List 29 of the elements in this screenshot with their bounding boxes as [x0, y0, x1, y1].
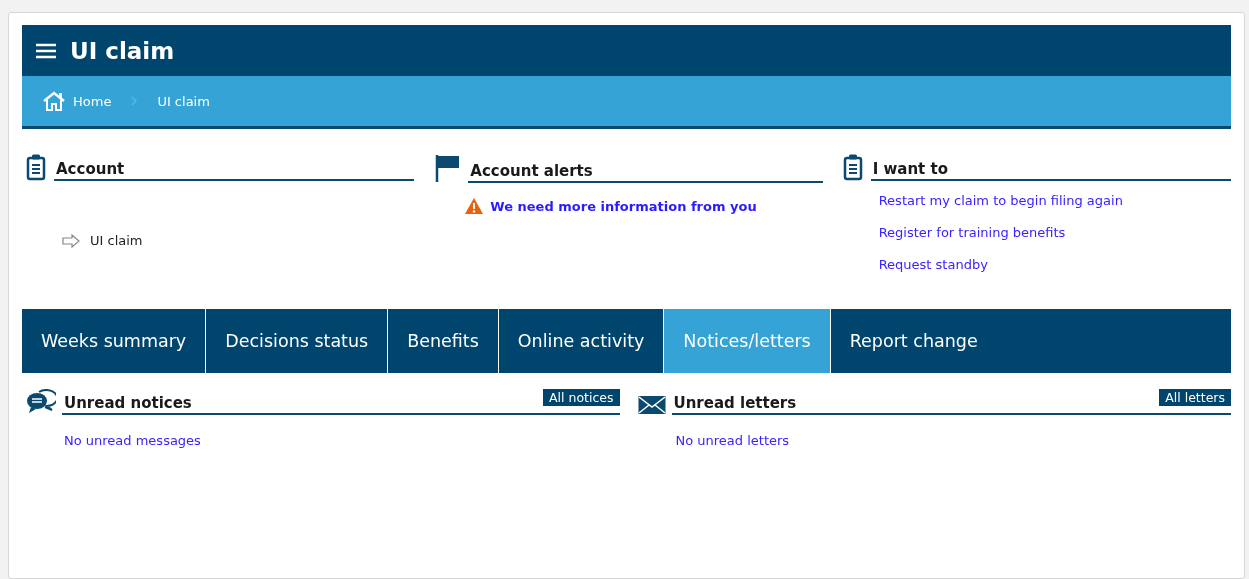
- home-icon[interactable]: [42, 91, 66, 111]
- tab[interactable]: Decisions status: [206, 309, 389, 373]
- clipboard-icon: [26, 153, 46, 181]
- chevron-icon: [131, 95, 138, 106]
- view-all-button[interactable]: All notices: [543, 389, 620, 406]
- section-heading: Unread notices: [63, 394, 193, 413]
- flag-icon: [434, 153, 461, 183]
- menu-icon[interactable]: [36, 42, 56, 59]
- tab[interactable]: Report change: [830, 309, 997, 373]
- section-heading: Account: [54, 160, 415, 181]
- empty-message: No unread messages: [64, 433, 202, 448]
- section-heading: Unread letters: [672, 394, 798, 413]
- account-link[interactable]: UI claim: [90, 233, 143, 248]
- tab[interactable]: Weeks summary: [22, 309, 207, 373]
- view-all-button[interactable]: All letters: [1159, 389, 1231, 406]
- speech-bubbles-icon: [26, 389, 56, 415]
- section-heading: I want to: [870, 160, 1231, 181]
- empty-message: No unread letters: [675, 433, 791, 448]
- clipboard-icon: [842, 153, 863, 181]
- page-title: UI claim: [70, 37, 175, 64]
- envelope-icon: [637, 395, 666, 415]
- section-heading: Account alerts: [468, 162, 823, 183]
- alert-link[interactable]: We need more information from you: [464, 197, 823, 215]
- action-link[interactable]: Request standby: [878, 259, 1231, 271]
- tab[interactable]: Benefits: [388, 309, 499, 373]
- action-link[interactable]: Restart my claim to begin filing again: [878, 195, 1231, 207]
- arrow-icon: [62, 233, 80, 248]
- warning-icon: [464, 197, 485, 215]
- action-link[interactable]: Register for training benefits: [878, 227, 1231, 239]
